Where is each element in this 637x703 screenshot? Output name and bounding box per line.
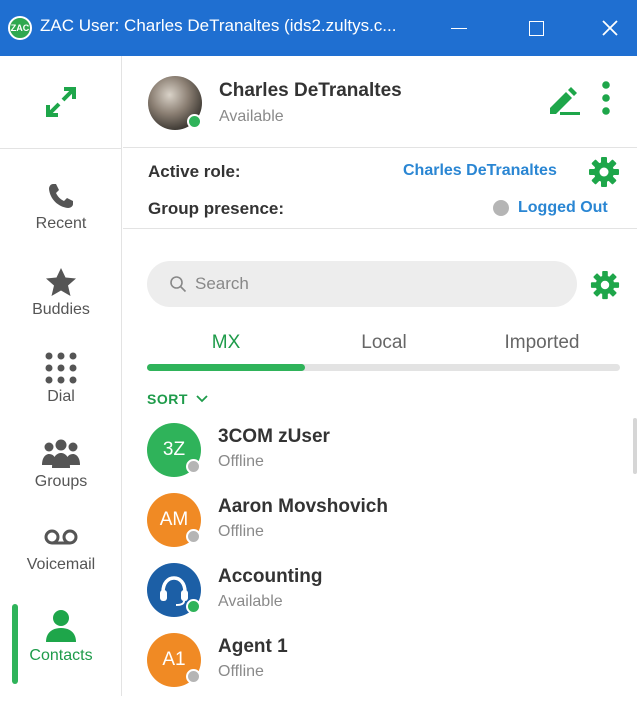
nav-label-contacts: Contacts (29, 647, 93, 664)
nav-label-groups: Groups (34, 473, 88, 490)
nav-item-voicemail[interactable]: Voicemail (0, 508, 122, 594)
edit-icon[interactable] (546, 84, 582, 116)
nav-item-buddies[interactable]: Buddies (0, 250, 122, 336)
window-title: ZAC User: Charles DeTranaltes (ids2.zult… (40, 16, 397, 35)
group-presence-label: Group presence: (148, 199, 285, 218)
main-panel: Charles DeTranaltes Available Active rol… (123, 56, 637, 696)
contact-status: Available (218, 593, 283, 610)
dialpad-icon (45, 352, 77, 384)
contact-row[interactable]: Accounting Available (147, 563, 627, 633)
close-icon (602, 20, 618, 36)
profile-status: Available (219, 108, 284, 125)
active-tab-indicator (147, 364, 305, 371)
profile-name: Charles DeTranaltes (219, 80, 402, 101)
nav-item-recent[interactable]: Recent (0, 164, 122, 250)
sort-label: SORT (147, 391, 188, 407)
nav-item-groups[interactable]: Groups (0, 422, 122, 508)
contact-name: Aaron Movshovich (218, 496, 388, 517)
contact-row[interactable]: 3Z 3COM zUser Offline (147, 423, 627, 493)
minimize-icon (451, 27, 467, 29)
contact-name: 3COM zUser (218, 426, 330, 447)
more-options-icon[interactable] (601, 80, 611, 116)
contact-icon (46, 610, 76, 642)
logged-out-status-dot (493, 200, 509, 216)
side-navigation: Recent Buddies Dial Groups Voicemail Con… (0, 56, 122, 696)
role-settings-gear-icon[interactable] (588, 156, 620, 188)
headset-icon (160, 576, 188, 606)
offline-status-dot (186, 459, 201, 474)
scrollbar-thumb[interactable] (633, 418, 637, 474)
contact-name: Accounting (218, 566, 323, 587)
star-icon (46, 268, 76, 296)
app-logo-text: ZAC (10, 23, 30, 33)
search-settings-gear-icon[interactable] (590, 270, 620, 300)
active-role-link[interactable]: Charles DeTranaltes (403, 162, 557, 180)
offline-status-dot (186, 529, 201, 544)
nav-item-contacts[interactable]: Contacts (0, 594, 122, 680)
search-icon (170, 276, 187, 293)
tab-imported[interactable]: Imported (463, 332, 621, 354)
contact-status: Offline (218, 663, 264, 680)
groups-icon (42, 439, 80, 468)
contact-row[interactable]: AM Aaron Movshovich Offline (147, 493, 627, 563)
search-input[interactable] (195, 274, 555, 294)
phone-icon (49, 184, 73, 208)
chevron-down-icon (196, 395, 208, 403)
maximize-icon (528, 20, 544, 36)
nav-label-buddies: Buddies (32, 301, 90, 318)
contact-status: Offline (218, 523, 264, 540)
nav-label-voicemail: Voicemail (26, 556, 96, 573)
available-status-dot (186, 599, 201, 614)
divider (123, 228, 637, 229)
app-logo-icon: ZAC (8, 16, 32, 40)
close-button[interactable] (575, 0, 637, 56)
minimize-button[interactable] (424, 0, 494, 56)
tab-mx[interactable]: MX (147, 332, 305, 354)
tab-local[interactable]: Local (305, 332, 463, 354)
active-role-label: Active role: (148, 162, 241, 181)
maximize-button[interactable] (501, 0, 571, 56)
contact-name: Agent 1 (218, 636, 288, 657)
nav-label-recent: Recent (35, 215, 87, 232)
sort-button[interactable]: SORT (147, 391, 209, 407)
expand-icon (46, 87, 76, 117)
nav-item-dial[interactable]: Dial (0, 336, 122, 422)
nav-label-dial: Dial (47, 388, 75, 405)
expand-button[interactable] (0, 56, 122, 149)
group-presence-link[interactable]: Logged Out (518, 199, 608, 217)
title-bar[interactable]: ZAC ZAC User: Charles DeTranaltes (ids2.… (0, 0, 637, 56)
contact-status: Offline (218, 453, 264, 470)
offline-status-dot (186, 669, 201, 684)
voicemail-icon (44, 529, 78, 545)
available-status-dot (187, 114, 202, 129)
search-bar[interactable] (147, 261, 577, 307)
profile-header: Charles DeTranaltes Available (123, 56, 637, 148)
contact-row[interactable]: A1 Agent 1 Offline (147, 633, 627, 703)
